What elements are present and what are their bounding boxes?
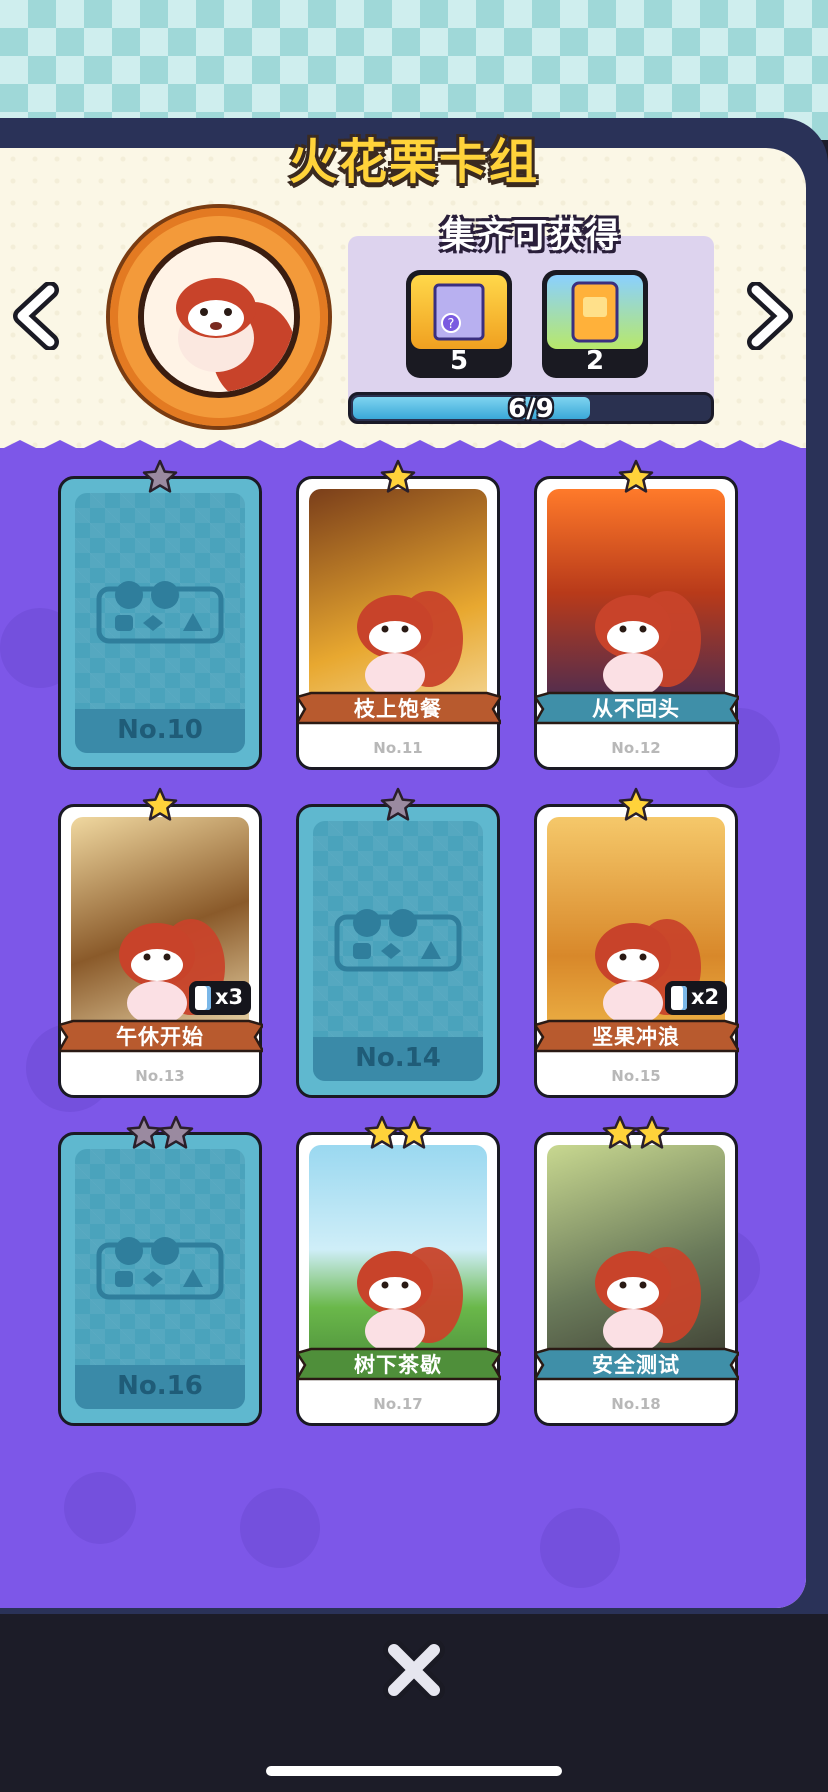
card-stars: [61, 787, 259, 827]
card-art: [309, 489, 487, 721]
card-no10[interactable]: No.10: [58, 459, 262, 770]
card-title: 从不回头: [592, 697, 680, 721]
star-icon: [618, 459, 654, 493]
card-stars: [299, 787, 497, 827]
star-icon: [634, 1115, 670, 1149]
star-icon: [142, 459, 178, 493]
card-number: No.17: [373, 1395, 423, 1413]
card-no12[interactable]: 从不回头 No.12: [534, 459, 739, 770]
card-no16[interactable]: No.16: [58, 1115, 262, 1426]
reward-count: 2: [585, 346, 605, 376]
squirrel-portrait-icon: [144, 242, 294, 392]
home-indicator: [266, 1766, 562, 1776]
reward-heading: 集齐可获得: [441, 216, 621, 256]
prev-deck-arrow-icon[interactable]: [10, 282, 64, 350]
card-no14[interactable]: No.14: [296, 787, 500, 1098]
game-logo-icon: [96, 581, 224, 644]
deck-title: 火花栗卡组: [288, 134, 539, 190]
star-icon: [602, 1115, 638, 1149]
card-no11[interactable]: 枝上饱餐 No.11: [296, 459, 501, 770]
collection-progress-bar: 6/9: [348, 392, 714, 424]
deck-medal: [110, 208, 328, 426]
star-icon: [126, 1115, 162, 1149]
star-icon: [364, 1115, 400, 1149]
card-art: [309, 1145, 487, 1377]
reward-mystery-box[interactable]: ? 5: [406, 270, 512, 378]
card-stars: [299, 1115, 497, 1155]
card-number: No.12: [611, 739, 661, 757]
card-title: 安全测试: [592, 1353, 680, 1377]
card-no15[interactable]: 坚果冲浪 No.15 x2: [534, 787, 739, 1098]
game-logo-icon: [96, 1237, 224, 1300]
duplicate-badge: x3: [189, 981, 251, 1015]
game-logo-icon: [334, 909, 462, 972]
card-no18[interactable]: 安全测试 No.18: [534, 1115, 739, 1426]
star-icon: [396, 1115, 432, 1149]
card-number: No.16: [117, 1371, 203, 1401]
card-number: No.15: [611, 1067, 661, 1085]
card-stars: [537, 1115, 735, 1155]
card-number: No.13: [135, 1067, 185, 1085]
next-deck-arrow-icon[interactable]: [742, 282, 796, 350]
zigzag-divider: [0, 440, 806, 454]
mystery-box-icon: ?: [411, 275, 507, 349]
star-icon: [380, 459, 416, 493]
card-copy-icon: [195, 986, 211, 1010]
card-no13[interactable]: 午休开始 No.13 x3: [58, 787, 263, 1098]
card-number: No.11: [373, 739, 423, 757]
squirrel-icon: [595, 1247, 701, 1353]
card-number: No.18: [611, 1395, 661, 1413]
card-title: 枝上饱餐: [354, 697, 442, 721]
card-title: 午休开始: [116, 1025, 204, 1049]
card-title: 树下茶歇: [354, 1353, 442, 1377]
svg-text:?: ?: [448, 317, 455, 332]
card-stars: [61, 459, 259, 499]
card-number: No.14: [355, 1043, 441, 1073]
card-stars: [299, 459, 497, 499]
card-art: [547, 489, 725, 721]
star-icon: [142, 787, 178, 821]
reward-count: 5: [449, 346, 469, 376]
close-icon[interactable]: [382, 1640, 446, 1700]
card-no17[interactable]: 树下茶歇 No.17: [296, 1115, 501, 1426]
duplicate-count: x2: [691, 985, 720, 1009]
squirrel-icon: [357, 591, 463, 697]
progress-text: 6/9: [508, 394, 554, 424]
squirrel-icon: [595, 591, 701, 697]
squirrel-icon: [357, 1247, 463, 1353]
duplicate-count: x3: [215, 985, 244, 1009]
card-stars: [61, 1115, 259, 1155]
card-title: 坚果冲浪: [592, 1025, 680, 1049]
reward-card-pack[interactable]: 2: [542, 270, 648, 378]
star-icon: [618, 787, 654, 821]
star-icon: [158, 1115, 194, 1149]
card-copy-icon: [671, 986, 687, 1010]
card-stars: [537, 787, 735, 827]
card-stars: [537, 459, 735, 499]
card-pack-icon: [547, 275, 643, 349]
star-icon: [380, 787, 416, 821]
card-number: No.10: [117, 715, 203, 745]
card-art: [547, 1145, 725, 1377]
duplicate-badge: x2: [665, 981, 727, 1015]
reward-box: [348, 236, 714, 418]
